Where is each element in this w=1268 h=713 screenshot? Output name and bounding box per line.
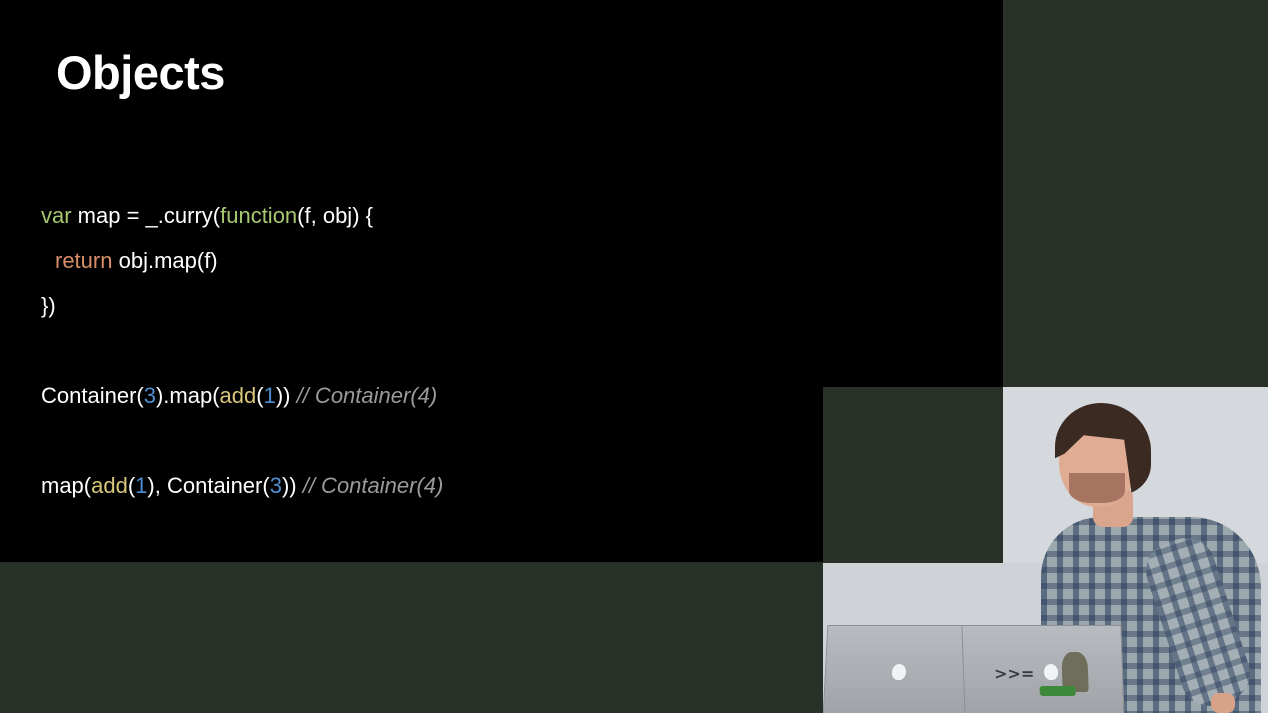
code-line-4: Container(3).map(add(1)) // Container(4) — [41, 381, 437, 411]
presentation-frame: Objects var map = _.curry(function(f, ob… — [0, 0, 1268, 713]
laptop-right: >>= — [961, 625, 1125, 713]
code-text: )) — [281, 473, 303, 498]
code-comment: // Container(4) — [296, 383, 438, 408]
keyword-function: function — [220, 203, 298, 228]
code-text: Container( — [41, 383, 144, 408]
code-text: ), Container( — [147, 473, 270, 498]
keyword-var: var — [41, 203, 72, 228]
speaker-beard — [1069, 473, 1125, 503]
haskell-sticker: >>= — [993, 664, 1035, 683]
apple-logo-icon — [891, 664, 907, 680]
code-text: (f, obj) { — [297, 203, 373, 228]
code-text: map = _.curry( — [71, 203, 221, 228]
number-literal: 3 — [269, 473, 282, 498]
code-line-3: }) — [41, 291, 56, 321]
code-text: ( — [256, 383, 264, 408]
function-name-add: add — [91, 473, 128, 498]
code-text: ).map( — [155, 383, 220, 408]
code-text: )) — [275, 383, 297, 408]
keyword-return: return — [55, 248, 113, 273]
code-line-2: return obj.map(f) — [55, 246, 218, 276]
code-comment: // Container(4) — [302, 473, 444, 498]
function-name-add: add — [219, 383, 257, 408]
video-background — [823, 387, 1003, 563]
code-line-1: var map = _.curry(function(f, obj) { — [41, 201, 373, 231]
code-text: map( — [41, 473, 92, 498]
slide-title: Objects — [56, 46, 225, 99]
laptop-left — [823, 625, 976, 713]
code-text: }) — [41, 293, 56, 318]
speaker-video: >>= — [823, 387, 1268, 713]
number-literal: 3 — [143, 383, 156, 408]
apple-logo-icon — [1043, 664, 1059, 680]
code-line-5: map(add(1), Container(3)) // Container(4… — [41, 471, 443, 501]
code-text: obj.map(f) — [112, 248, 218, 273]
number-literal: 1 — [135, 473, 148, 498]
number-literal: 1 — [263, 383, 276, 408]
speaker-hand — [1211, 693, 1235, 713]
project-sticker — [1039, 686, 1076, 696]
